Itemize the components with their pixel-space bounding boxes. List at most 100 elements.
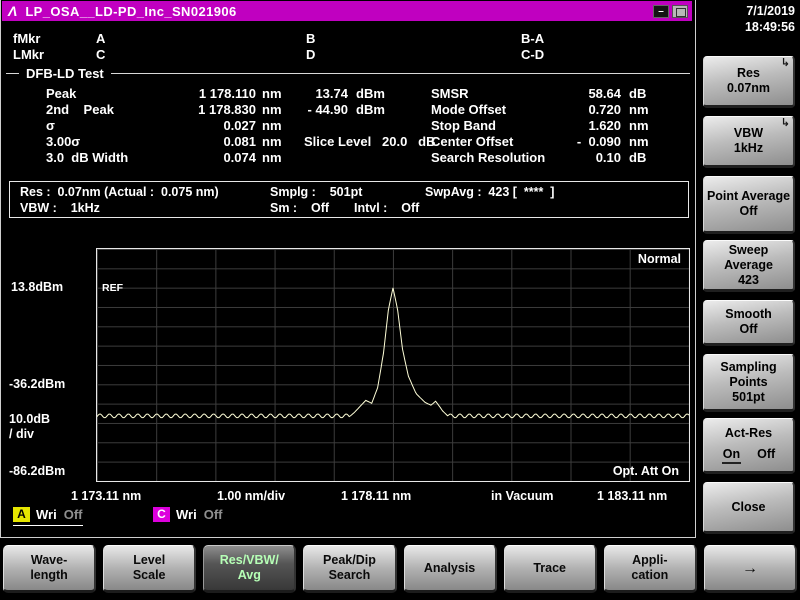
result-label: 3.00σ — [46, 134, 81, 149]
menu-analysis[interactable]: Analysis — [403, 545, 497, 593]
y-axis-mid-label: -36.2dBm — [9, 377, 66, 391]
result-wavelength-unit: nm — [262, 134, 282, 149]
result-wavelength: 0.027 — [223, 118, 256, 133]
menu-application[interactable]: Appli- cation — [603, 545, 697, 593]
lmkr-label: LMkr — [13, 47, 45, 62]
trace-a-line — [97, 287, 689, 419]
result-unit: nm — [629, 102, 649, 117]
softkey-label: Res — [737, 66, 760, 80]
result-label: Mode Offset — [431, 102, 507, 117]
menu-label: Appli- — [632, 553, 668, 567]
result-wavelength-unit: nm — [262, 150, 282, 165]
section-divider: DFB-LD Test — [6, 66, 690, 81]
sampling-setting: Smplg : 501pt — [270, 185, 363, 199]
result-level-unit: dBm — [356, 102, 385, 117]
marker-a-label: A — [96, 31, 106, 46]
softkey-value: 501pt — [732, 389, 765, 404]
act-res-off-option[interactable]: Off — [757, 447, 775, 464]
maximize-button[interactable] — [672, 4, 688, 18]
result-row-sigma: σ 0.027 nm — [46, 118, 436, 134]
softkey-label: Sampling Points — [720, 359, 777, 389]
result-wavelength-unit: nm — [262, 102, 282, 117]
result-value: 1.620 — [588, 118, 621, 133]
trace-a-mode: Wri — [36, 507, 57, 522]
result-value: 58.64 — [588, 86, 621, 101]
marker-row-1: fMkr A B B-A — [1, 31, 691, 47]
menu-more-arrow[interactable]: → — [703, 545, 797, 593]
divider-line-left — [6, 73, 19, 74]
marker-c-label: C — [96, 47, 106, 62]
result-row-search-resolution: Search Resolution 0.10 dB — [431, 150, 653, 166]
result-label: σ — [46, 118, 55, 133]
result-row-3sigma: 3.00σ 0.081 nm Slice Level 20.0 dB — [46, 134, 436, 150]
app-logo-icon: Λ — [8, 3, 18, 19]
x-axis-medium-label: in Vacuum — [491, 489, 554, 503]
result-wavelength: 0.081 — [223, 134, 256, 149]
datetime-display: 7/1/2019 18:49:56 — [695, 3, 795, 35]
softkey-value: Off — [739, 322, 758, 336]
result-wavelength: 0.074 — [223, 150, 256, 165]
optical-attenuator-label: Opt. Att On — [612, 464, 679, 478]
time-text: 18:49:56 — [744, 20, 795, 34]
menu-label: Res/VBW/ — [219, 553, 279, 567]
function-menu: Wave- length Level Scale Res/VBW/ Avg Pe… — [3, 545, 797, 593]
softkey-smooth[interactable]: Smooth Off — [703, 300, 795, 346]
menu-peak-dip-search[interactable]: Peak/Dip Search — [303, 545, 397, 593]
res-setting: Res : 0.07nm (Actual : 0.075 nm) — [20, 185, 219, 199]
result-level: - 44.90 — [307, 102, 348, 117]
softkey-sweep-average[interactable]: Sweep Average 423 — [703, 240, 795, 292]
result-label: Search Resolution — [431, 150, 546, 165]
fmkr-label: fMkr — [13, 31, 41, 46]
vbw-setting: VBW : 1kHz — [20, 201, 100, 215]
softkey-panel: ↳ Res 0.07nm ↳ VBW 1kHz Point Average Of… — [701, 56, 797, 534]
trace-a-status[interactable]: A Wri Off — [13, 507, 83, 526]
trace-c-mode: Wri — [176, 507, 197, 522]
act-res-on-option[interactable]: On — [721, 447, 742, 464]
softkey-value: 423 — [738, 272, 759, 287]
result-label: Peak — [46, 86, 77, 101]
menu-label-2: length — [30, 568, 68, 582]
menu-level-scale[interactable]: Level Scale — [103, 545, 197, 593]
settings-line-1: Res : 0.07nm (Actual : 0.075 nm) Smplg :… — [20, 184, 688, 200]
y-axis-scale-div-label: / div — [9, 427, 35, 441]
menu-res-vbw-avg[interactable]: Res/VBW/ Avg — [203, 545, 297, 593]
menu-label-2: Scale — [132, 568, 166, 582]
result-row-center-offset: Center Offset - 0.090 nm — [431, 134, 653, 150]
softkey-vbw[interactable]: ↳ VBW 1kHz — [703, 116, 795, 168]
window-title: LP_OSA__LD-PD_Inc_SN021906 — [25, 3, 237, 19]
softkey-point-average[interactable]: Point Average Off — [703, 176, 795, 234]
minimize-button[interactable]: – — [653, 4, 669, 18]
marker-header: fMkr A B B-A LMkr C D C-D — [1, 31, 691, 63]
marker-cd-label: C-D — [521, 47, 545, 62]
softkey-close[interactable]: Close — [703, 482, 795, 534]
spectrum-plot[interactable]: REF Normal Opt. Att On — [96, 248, 690, 482]
softkey-label: Sweep Average — [724, 242, 773, 272]
menu-wavelength[interactable]: Wave- length — [3, 545, 97, 593]
result-level-unit: dBm — [356, 86, 385, 101]
menu-label-2: Search — [328, 568, 371, 582]
analysis-results-right: SMSR 58.64 dB Mode Offset 0.720 nm Stop … — [431, 86, 653, 166]
trace-c-status[interactable]: C Wri Off — [153, 507, 223, 525]
result-unit: dB — [629, 86, 647, 101]
menu-label-2: cation — [631, 568, 669, 582]
result-label: 3.0 dB Width — [46, 150, 129, 165]
softkey-label: VBW — [733, 126, 764, 140]
menu-label: Peak/Dip — [323, 553, 376, 567]
softkey-sampling-points[interactable]: Sampling Points 501pt — [703, 354, 795, 412]
menu-label-2: Avg — [237, 568, 261, 582]
act-res-options: On Off — [721, 447, 775, 464]
result-value: 0.10 — [595, 150, 621, 165]
trace-svg — [97, 287, 689, 419]
menu-trace[interactable]: Trace — [503, 545, 597, 593]
softkey-act-res[interactable]: Act-Res On Off — [703, 418, 795, 474]
x-axis-start-label: 1 173.11 nm — [71, 489, 142, 503]
divider-line-right — [110, 73, 690, 74]
ref-level-label: REF — [102, 282, 123, 294]
result-value: - 0.090 — [576, 134, 621, 149]
result-row-mode-offset: Mode Offset 0.720 nm — [431, 102, 653, 118]
osa-screen: Λ LP_OSA__LD-PD_Inc_SN021906 – fMkr A B … — [0, 0, 800, 600]
menu-label: Wave- — [30, 553, 68, 567]
menu-label: Trace — [533, 560, 567, 575]
softkey-res[interactable]: ↳ Res 0.07nm — [703, 56, 795, 108]
softkey-label: Close — [731, 499, 766, 514]
